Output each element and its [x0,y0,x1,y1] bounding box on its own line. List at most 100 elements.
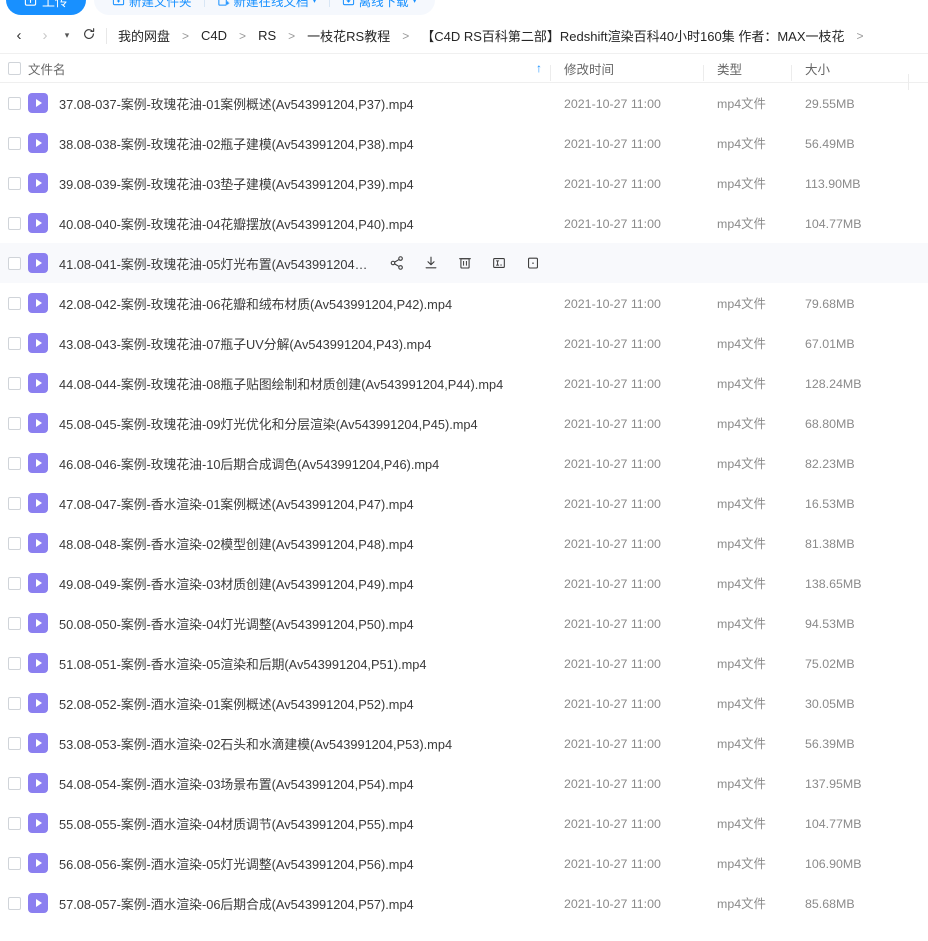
file-name-cell[interactable]: 49.08-049-案例-香水渲染-03材质创建(Av543991204,P49… [28,573,550,593]
row-checkbox[interactable] [0,376,28,390]
row-checkbox[interactable] [0,296,28,310]
forward-button[interactable]: › [32,23,58,49]
history-dropdown-button[interactable]: ▾ [58,23,76,49]
column-header-size[interactable]: 大小 [791,59,908,81]
table-row[interactable]: 45.08-045-案例-玫瑰花油-09灯光优化和分层渲染(Av54399120… [0,403,928,443]
table-row[interactable]: 47.08-047-案例-香水渲染-01案例概述(Av543991204,P47… [0,483,928,523]
file-name-cell[interactable]: 43.08-043-案例-玫瑰花油-07瓶子UV分解(Av543991204,P… [28,333,550,353]
table-row[interactable]: 43.08-043-案例-玫瑰花油-07瓶子UV分解(Av543991204,P… [0,323,928,363]
file-name-label[interactable]: 38.08-038-案例-玫瑰花油-02瓶子建模(Av543991204,P38… [59,134,424,153]
table-row[interactable]: 38.08-038-案例-玫瑰花油-02瓶子建模(Av543991204,P38… [0,123,928,163]
row-checkbox[interactable] [0,736,28,750]
table-row[interactable]: 37.08-037-案例-玫瑰花油-01案例概述(Av543991204,P37… [0,83,928,123]
new-folder-button[interactable]: 新建文件夹 [104,0,200,10]
file-name-cell[interactable]: 42.08-042-案例-玫瑰花油-06花瓣和绒布材质(Av543991204,… [28,293,550,313]
row-checkbox[interactable] [0,136,28,150]
row-checkbox[interactable] [0,696,28,710]
file-name-label[interactable]: 48.08-048-案例-香水渲染-02模型创建(Av543991204,P48… [59,534,424,553]
file-name-label[interactable]: 57.08-057-案例-酒水渲染-06后期合成(Av543991204,P57… [59,894,424,913]
column-header-type[interactable]: 类型 [703,59,791,81]
table-row[interactable]: 48.08-048-案例-香水渲染-02模型创建(Av543991204,P48… [0,523,928,563]
more-icon[interactable] [516,249,550,277]
file-name-cell[interactable]: 44.08-044-案例-玫瑰花油-08瓶子贴图绘制和材质创建(Av543991… [28,373,550,393]
row-checkbox[interactable] [0,256,28,270]
table-row[interactable]: 51.08-051-案例-香水渲染-05渲染和后期(Av543991204,P5… [0,643,928,683]
file-name-cell[interactable]: 45.08-045-案例-玫瑰花油-09灯光优化和分层渲染(Av54399120… [28,413,550,433]
file-name-label[interactable]: 56.08-056-案例-酒水渲染-05灯光调整(Av543991204,P56… [59,854,424,873]
table-row[interactable]: 46.08-046-案例-玫瑰花油-10后期合成调色(Av543991204,P… [0,443,928,483]
row-checkbox[interactable] [0,576,28,590]
file-name-label[interactable]: 45.08-045-案例-玫瑰花油-09灯光优化和分层渲染(Av54399120… [59,414,488,433]
row-checkbox[interactable] [0,776,28,790]
table-row[interactable]: 44.08-044-案例-玫瑰花油-08瓶子贴图绘制和材质创建(Av543991… [0,363,928,403]
table-row[interactable]: 56.08-056-案例-酒水渲染-05灯光调整(Av543991204,P56… [0,843,928,883]
file-name-label[interactable]: 40.08-040-案例-玫瑰花油-04花瓣摆放(Av543991204,P40… [59,214,424,233]
row-checkbox[interactable] [0,816,28,830]
breadcrumb-item-2[interactable]: RS [255,28,279,43]
file-name-label[interactable]: 50.08-050-案例-香水渲染-04灯光调整(Av543991204,P50… [59,614,424,633]
row-checkbox[interactable] [0,216,28,230]
table-row[interactable]: 42.08-042-案例-玫瑰花油-06花瓣和绒布材质(Av543991204,… [0,283,928,323]
table-row[interactable]: 54.08-054-案例-酒水渲染-03场景布置(Av543991204,P54… [0,763,928,803]
table-row[interactable]: 39.08-039-案例-玫瑰花油-03垫子建模(Av543991204,P39… [0,163,928,203]
row-checkbox[interactable] [0,536,28,550]
back-button[interactable]: ‹ [6,23,32,49]
file-name-label[interactable]: 49.08-049-案例-香水渲染-03材质创建(Av543991204,P49… [59,574,424,593]
share-icon[interactable] [380,249,414,277]
rename-icon[interactable] [482,249,516,277]
file-name-cell[interactable]: 48.08-048-案例-香水渲染-02模型创建(Av543991204,P48… [28,533,550,553]
file-name-label[interactable]: 43.08-043-案例-玫瑰花油-07瓶子UV分解(Av543991204,P… [59,334,441,353]
table-row[interactable]: 40.08-040-案例-玫瑰花油-04花瓣摆放(Av543991204,P40… [0,203,928,243]
file-name-label[interactable]: 55.08-055-案例-酒水渲染-04材质调节(Av543991204,P55… [59,814,424,833]
file-name-cell[interactable]: 40.08-040-案例-玫瑰花油-04花瓣摆放(Av543991204,P40… [28,213,550,233]
row-checkbox[interactable] [0,456,28,470]
column-header-time[interactable]: 修改时间 [550,59,703,81]
file-name-cell[interactable]: 50.08-050-案例-香水渲染-04灯光调整(Av543991204,P50… [28,613,550,633]
file-name-cell[interactable]: 37.08-037-案例-玫瑰花油-01案例概述(Av543991204,P37… [28,93,550,113]
file-name-label[interactable]: 52.08-052-案例-酒水渲染-01案例概述(Av543991204,P52… [59,694,424,713]
row-checkbox[interactable] [0,496,28,510]
file-name-cell[interactable]: 39.08-039-案例-玫瑰花油-03垫子建模(Av543991204,P39… [28,173,550,193]
file-name-cell[interactable]: 46.08-046-案例-玫瑰花油-10后期合成调色(Av543991204,P… [28,453,550,473]
new-online-doc-button[interactable]: 新建在线文档 ▾ [209,0,325,10]
file-name-label[interactable]: 39.08-039-案例-玫瑰花油-03垫子建模(Av543991204,P39… [59,174,424,193]
table-row[interactable]: 57.08-057-案例-酒水渲染-06后期合成(Av543991204,P57… [0,883,928,923]
table-row[interactable]: 49.08-049-案例-香水渲染-03材质创建(Av543991204,P49… [0,563,928,603]
table-row[interactable]: 52.08-052-案例-酒水渲染-01案例概述(Av543991204,P52… [0,683,928,723]
file-name-label[interactable]: 54.08-054-案例-酒水渲染-03场景布置(Av543991204,P54… [59,774,424,793]
breadcrumb-item-3[interactable]: 一枝花RS教程 [304,26,393,45]
row-checkbox[interactable] [0,416,28,430]
table-row[interactable]: 41.08-041-案例-玫瑰花油-05灯光布置(Av543991204,P4.… [0,243,928,283]
file-name-cell[interactable]: 38.08-038-案例-玫瑰花油-02瓶子建模(Av543991204,P38… [28,133,550,153]
table-row[interactable]: 53.08-053-案例-酒水渲染-02石头和水滴建模(Av543991204,… [0,723,928,763]
file-name-cell[interactable]: 53.08-053-案例-酒水渲染-02石头和水滴建模(Av543991204,… [28,733,550,753]
file-name-cell[interactable]: 52.08-052-案例-酒水渲染-01案例概述(Av543991204,P52… [28,693,550,713]
file-name-label[interactable]: 41.08-041-案例-玫瑰花油-05灯光布置(Av543991204,P4.… [59,254,378,273]
file-name-label[interactable]: 44.08-044-案例-玫瑰花油-08瓶子贴图绘制和材质创建(Av543991… [59,374,513,393]
upload-button[interactable]: 上传 [6,0,87,15]
breadcrumb-item-4[interactable]: 【C4D RS百科第二部】Redshift渲染百科40小时160集 作者：MAX… [418,26,847,45]
file-name-cell[interactable]: 55.08-055-案例-酒水渲染-04材质调节(Av543991204,P55… [28,813,550,833]
column-header-name[interactable]: 文件名 ↑ [28,59,550,78]
row-checkbox[interactable] [0,336,28,350]
file-name-cell[interactable]: 47.08-047-案例-香水渲染-01案例概述(Av543991204,P47… [28,493,550,513]
row-checkbox[interactable] [0,656,28,670]
file-name-label[interactable]: 46.08-046-案例-玫瑰花油-10后期合成调色(Av543991204,P… [59,454,449,473]
row-checkbox[interactable] [0,616,28,630]
refresh-button[interactable] [76,23,102,49]
download-icon[interactable] [414,249,448,277]
file-name-cell[interactable]: 41.08-041-案例-玫瑰花油-05灯光布置(Av543991204,P4.… [28,249,550,277]
offline-download-button[interactable]: 离线下载 ▾ [334,0,425,10]
file-name-cell[interactable]: 56.08-056-案例-酒水渲染-05灯光调整(Av543991204,P56… [28,853,550,873]
select-all-checkbox[interactable] [0,61,28,75]
file-name-cell[interactable]: 54.08-054-案例-酒水渲染-03场景布置(Av543991204,P54… [28,773,550,793]
file-name-label[interactable]: 42.08-042-案例-玫瑰花油-06花瓣和绒布材质(Av543991204,… [59,294,462,313]
breadcrumb-item-0[interactable]: 我的网盘 [115,26,173,45]
table-row[interactable]: 50.08-050-案例-香水渲染-04灯光调整(Av543991204,P50… [0,603,928,643]
sort-ascending-icon[interactable]: ↑ [536,62,544,74]
file-name-label[interactable]: 53.08-053-案例-酒水渲染-02石头和水滴建模(Av543991204,… [59,734,462,753]
breadcrumb-item-1[interactable]: C4D [198,28,230,43]
row-checkbox[interactable] [0,96,28,110]
file-name-label[interactable]: 37.08-037-案例-玫瑰花油-01案例概述(Av543991204,P37… [59,94,424,113]
file-name-label[interactable]: 47.08-047-案例-香水渲染-01案例概述(Av543991204,P47… [59,494,424,513]
